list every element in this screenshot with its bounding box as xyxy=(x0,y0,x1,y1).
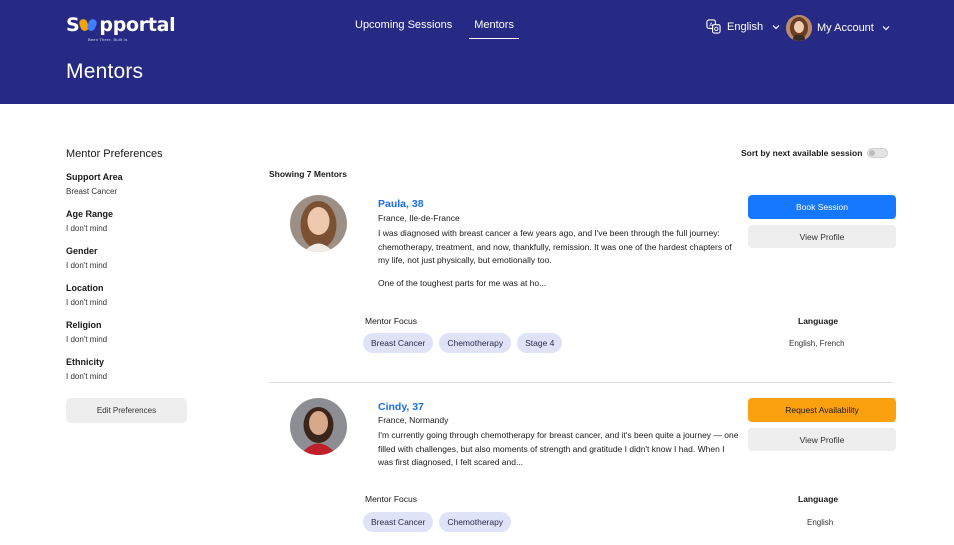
view-profile-button[interactable]: View Profile xyxy=(748,225,896,248)
mentor-focus-tags: Breast Cancer Chemotherapy Stage 4 xyxy=(363,333,563,353)
mentor-languages: English xyxy=(807,518,834,527)
view-profile-button[interactable]: View Profile xyxy=(748,428,896,451)
mentor-focus-heading: Mentor Focus xyxy=(365,494,417,504)
account-label: My Account xyxy=(817,22,874,34)
pref-religion: Religion I don't mind xyxy=(66,320,226,344)
request-availability-button[interactable]: Request Availability xyxy=(748,398,896,422)
pref-value: I don't mind xyxy=(66,335,108,344)
logo-tagline: Been There. Built In. xyxy=(88,37,129,42)
focus-tag: Stage 4 xyxy=(517,333,563,353)
pref-location: Location I don't mind xyxy=(66,283,226,307)
logo-text-suffix: pportal xyxy=(99,14,176,36)
pref-ethnicity: Ethnicity I don't mind xyxy=(66,357,226,381)
pref-value: I don't mind xyxy=(66,261,108,270)
account-menu[interactable]: My Account xyxy=(786,15,890,41)
focus-tag: Chemotherapy xyxy=(439,333,512,353)
mentor-bio: I'm currently going through chemotherapy… xyxy=(378,430,739,468)
mentor-bio-excerpt: One of the toughest parts for me was at … xyxy=(378,278,547,288)
mentor-location: France, Normandy xyxy=(378,415,449,425)
mentor-bio: I was diagnosed with breast cancer a few… xyxy=(378,228,732,266)
sort-control: Sort by next available session xyxy=(741,148,889,158)
preferences-sidebar: Mentor Preferences Support Area Breast C… xyxy=(66,148,226,423)
focus-tag: Chemotherapy xyxy=(439,512,512,532)
nav-mentors[interactable]: Mentors xyxy=(469,19,519,39)
mentor-focus-heading: Mentor Focus xyxy=(365,316,417,326)
pref-label: Ethnicity xyxy=(66,357,105,367)
language-heading: Language xyxy=(798,494,839,504)
mentor-name[interactable]: Cindy, 37 xyxy=(378,401,424,413)
nav-upcoming-sessions[interactable]: Upcoming Sessions xyxy=(355,19,452,39)
logo[interactable]: S pportal Been There. Built In. xyxy=(66,14,176,42)
logo-text-prefix: S xyxy=(66,14,80,36)
focus-tag: Breast Cancer xyxy=(363,333,434,353)
results-count: Showing 7 Mentors xyxy=(269,169,347,179)
mentor-photo[interactable] xyxy=(290,398,347,455)
language-heading: Language xyxy=(798,316,839,326)
pref-label: Religion xyxy=(66,320,102,330)
edit-preferences-button[interactable]: Edit Preferences xyxy=(66,398,187,423)
page-title: Mentors xyxy=(66,60,144,83)
main-nav: Upcoming Sessions Mentors xyxy=(355,19,519,39)
pref-support-area: Support Area Breast Cancer xyxy=(66,172,226,196)
logo-mark-icon xyxy=(78,17,99,33)
mentor-languages: English, French xyxy=(789,339,845,348)
mentor-photo[interactable] xyxy=(290,195,347,252)
mentor-name[interactable]: Paula, 38 xyxy=(378,198,424,210)
sort-toggle[interactable] xyxy=(867,148,889,158)
language-selector[interactable]: A English xyxy=(706,19,780,34)
pref-label: Gender xyxy=(66,246,98,256)
mentor-focus-tags: Breast Cancer Chemotherapy xyxy=(363,512,512,532)
card-divider xyxy=(269,382,893,383)
chevron-down-icon xyxy=(882,26,890,31)
focus-tag: Breast Cancer xyxy=(363,512,434,532)
mentor-card: Cindy, 37 France, Normandy I'm currently… xyxy=(269,393,896,545)
chevron-down-icon xyxy=(772,24,780,29)
translate-icon: A xyxy=(706,19,721,34)
mentor-location: France, Ile-de-France xyxy=(378,213,460,223)
avatar xyxy=(786,15,812,41)
pref-label: Location xyxy=(66,283,104,293)
pref-value: I don't mind xyxy=(66,298,108,307)
pref-value: Breast Cancer xyxy=(66,187,118,196)
pref-label: Support Area xyxy=(66,172,123,182)
pref-gender: Gender I don't mind xyxy=(66,246,226,270)
language-label: English xyxy=(727,20,764,33)
book-session-button[interactable]: Book Session xyxy=(748,195,896,219)
mentor-card: Paula, 38 France, Ile-de-France I was di… xyxy=(269,190,896,370)
pref-age-range: Age Range I don't mind xyxy=(66,209,226,233)
pref-value: I don't mind xyxy=(66,224,108,233)
pref-label: Age Range xyxy=(66,209,114,219)
sort-label: Sort by next available session xyxy=(741,148,863,158)
pref-value: I don't mind xyxy=(66,372,108,381)
top-header: S pportal Been There. Built In. Upcoming… xyxy=(0,0,954,104)
sidebar-title: Mentor Preferences xyxy=(66,148,163,160)
